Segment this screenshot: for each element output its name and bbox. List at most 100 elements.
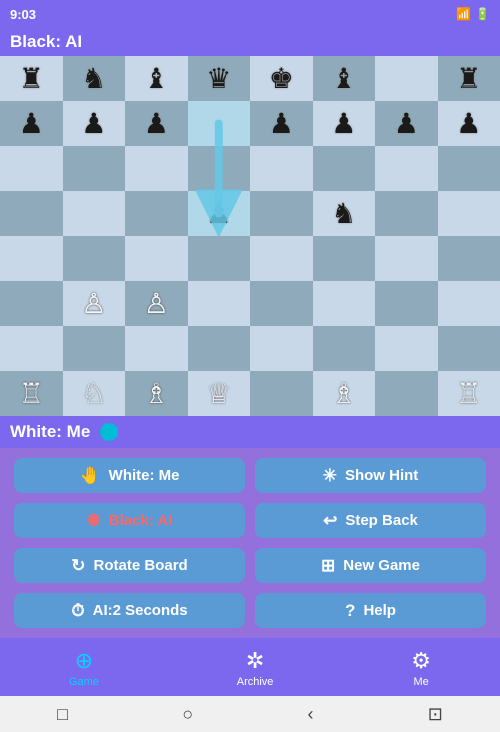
recent-apps-button[interactable]: □ xyxy=(57,704,68,725)
chess-cell-r7-c5[interactable]: ♗ xyxy=(313,371,376,416)
chess-cell-r2-c4[interactable] xyxy=(250,146,313,191)
chess-board-container: ♜♞♝♛♚♝♜♟♟♟♟♟♟♟♟♞♙♙♖♘♗♕♗♖ xyxy=(0,56,500,416)
rotate-board-label: Rotate Board xyxy=(94,557,188,574)
piece: ♖ xyxy=(19,377,44,410)
chess-cell-r5-c5[interactable] xyxy=(313,281,376,326)
chess-cell-r7-c0[interactable]: ♖ xyxy=(0,371,63,416)
chess-cell-r2-c1[interactable] xyxy=(63,146,126,191)
chess-cell-r6-c5[interactable] xyxy=(313,326,376,371)
white-me-icon: 🤚 xyxy=(80,466,101,486)
chess-cell-r3-c1[interactable] xyxy=(63,191,126,236)
screenshot-button[interactable]: ⊡ xyxy=(428,704,443,725)
bottom-player-area: White: Me xyxy=(0,416,500,448)
signal-icon: 📶 xyxy=(456,7,471,21)
chess-cell-r5-c3[interactable] xyxy=(188,281,251,326)
piece: ♕ xyxy=(206,377,231,410)
chess-cell-r2-c0[interactable] xyxy=(0,146,63,191)
chess-cell-r5-c2[interactable]: ♙ xyxy=(125,281,188,326)
chess-cell-r2-c3[interactable] xyxy=(188,146,251,191)
chess-cell-r0-c6[interactable] xyxy=(375,56,438,101)
status-time: 9:03 xyxy=(10,7,36,22)
show-hint-button[interactable]: ✳Show Hint xyxy=(255,458,486,493)
chess-cell-r6-c0[interactable] xyxy=(0,326,63,371)
chess-cell-r3-c2[interactable] xyxy=(125,191,188,236)
chess-cell-r5-c0[interactable] xyxy=(0,281,63,326)
chess-cell-r0-c2[interactable]: ♝ xyxy=(125,56,188,101)
chess-cell-r3-c4[interactable] xyxy=(250,191,313,236)
nav-item-archive[interactable]: ✲Archive xyxy=(237,648,274,688)
chess-cell-r4-c3[interactable] xyxy=(188,236,251,281)
chess-cell-r3-c6[interactable] xyxy=(375,191,438,236)
chess-cell-r7-c4[interactable] xyxy=(250,371,313,416)
chess-cell-r0-c7[interactable]: ♜ xyxy=(438,56,500,101)
chess-cell-r1-c7[interactable]: ♟ xyxy=(438,101,500,146)
chess-cell-r4-c0[interactable] xyxy=(0,236,63,281)
chess-cell-r3-c5[interactable]: ♞ xyxy=(313,191,376,236)
nav-item-game[interactable]: ⊕Game xyxy=(69,648,99,688)
chess-cell-r6-c7[interactable] xyxy=(438,326,500,371)
piece: ♟ xyxy=(19,107,44,140)
chess-cell-r6-c2[interactable] xyxy=(125,326,188,371)
chess-cell-r0-c3[interactable]: ♛ xyxy=(188,56,251,101)
white-me-button[interactable]: 🤚White: Me xyxy=(14,458,245,493)
rotate-board-icon: ↻ xyxy=(71,556,85,576)
chess-cell-r1-c2[interactable]: ♟ xyxy=(125,101,188,146)
chess-cell-r7-c6[interactable] xyxy=(375,371,438,416)
chess-cell-r1-c6[interactable]: ♟ xyxy=(375,101,438,146)
chess-cell-r1-c3[interactable] xyxy=(188,101,251,146)
chess-cell-r4-c1[interactable] xyxy=(63,236,126,281)
chess-cell-r6-c6[interactable] xyxy=(375,326,438,371)
chess-cell-r1-c1[interactable]: ♟ xyxy=(63,101,126,146)
chess-cell-r2-c2[interactable] xyxy=(125,146,188,191)
chess-cell-r6-c4[interactable] xyxy=(250,326,313,371)
chess-cell-r2-c6[interactable] xyxy=(375,146,438,191)
black-ai-button[interactable]: ❋Black: AI xyxy=(14,503,245,538)
chess-cell-r3-c0[interactable] xyxy=(0,191,63,236)
chess-cell-r0-c4[interactable]: ♚ xyxy=(250,56,313,101)
rotate-board-button[interactable]: ↻ Rotate Board xyxy=(14,548,245,583)
chess-cell-r1-c0[interactable]: ♟ xyxy=(0,101,63,146)
chess-cell-r1-c4[interactable]: ♟ xyxy=(250,101,313,146)
chess-cell-r4-c5[interactable] xyxy=(313,236,376,281)
chess-cell-r2-c5[interactable] xyxy=(313,146,376,191)
chess-cell-r5-c1[interactable]: ♙ xyxy=(63,281,126,326)
system-nav: □ ○ ‹ ⊡ xyxy=(0,696,500,732)
chess-cell-r0-c1[interactable]: ♞ xyxy=(63,56,126,101)
chess-board: ♜♞♝♛♚♝♜♟♟♟♟♟♟♟♟♞♙♙♖♘♗♕♗♖ xyxy=(0,56,500,416)
nav-item-me[interactable]: ⚙Me xyxy=(411,648,431,688)
help-button[interactable]: ?Help xyxy=(255,593,486,628)
chess-cell-r6-c3[interactable] xyxy=(188,326,251,371)
chess-cell-r7-c2[interactable]: ♗ xyxy=(125,371,188,416)
ai-seconds-label: AI:2 Seconds xyxy=(93,602,188,619)
chess-cell-r4-c4[interactable] xyxy=(250,236,313,281)
chess-cell-r5-c4[interactable] xyxy=(250,281,313,326)
show-hint-label: Show Hint xyxy=(345,467,418,484)
new-game-label: New Game xyxy=(343,557,420,574)
step-back-button[interactable]: ↩Step Back xyxy=(255,503,486,538)
chess-cell-r3-c7[interactable] xyxy=(438,191,500,236)
chess-cell-r7-c7[interactable]: ♖ xyxy=(438,371,500,416)
chess-cell-r7-c3[interactable]: ♕ xyxy=(188,371,251,416)
ai-seconds-button[interactable]: ⏱AI:2 Seconds xyxy=(14,593,245,628)
black-ai-label: Black: AI xyxy=(109,512,173,529)
chess-cell-r1-c5[interactable]: ♟ xyxy=(313,101,376,146)
new-game-button[interactable]: ⊞New Game xyxy=(255,548,486,583)
chess-cell-r6-c1[interactable] xyxy=(63,326,126,371)
chess-cell-r5-c7[interactable] xyxy=(438,281,500,326)
chess-cell-r4-c7[interactable] xyxy=(438,236,500,281)
battery-icon: 🔋 xyxy=(475,7,490,21)
chess-cell-r5-c6[interactable] xyxy=(375,281,438,326)
chess-cell-r0-c0[interactable]: ♜ xyxy=(0,56,63,101)
home-button[interactable]: ○ xyxy=(182,704,193,725)
nav-me-label: Me xyxy=(414,676,429,688)
back-button[interactable]: ‹ xyxy=(307,704,313,725)
chess-cell-r4-c2[interactable] xyxy=(125,236,188,281)
piece: ♗ xyxy=(144,377,169,410)
chess-cell-r0-c5[interactable]: ♝ xyxy=(313,56,376,101)
piece: ♟ xyxy=(206,197,231,230)
step-back-icon: ↩ xyxy=(323,511,337,531)
chess-cell-r4-c6[interactable] xyxy=(375,236,438,281)
chess-cell-r3-c3[interactable]: ♟ xyxy=(188,191,251,236)
chess-cell-r2-c7[interactable] xyxy=(438,146,500,191)
chess-cell-r7-c1[interactable]: ♘ xyxy=(63,371,126,416)
